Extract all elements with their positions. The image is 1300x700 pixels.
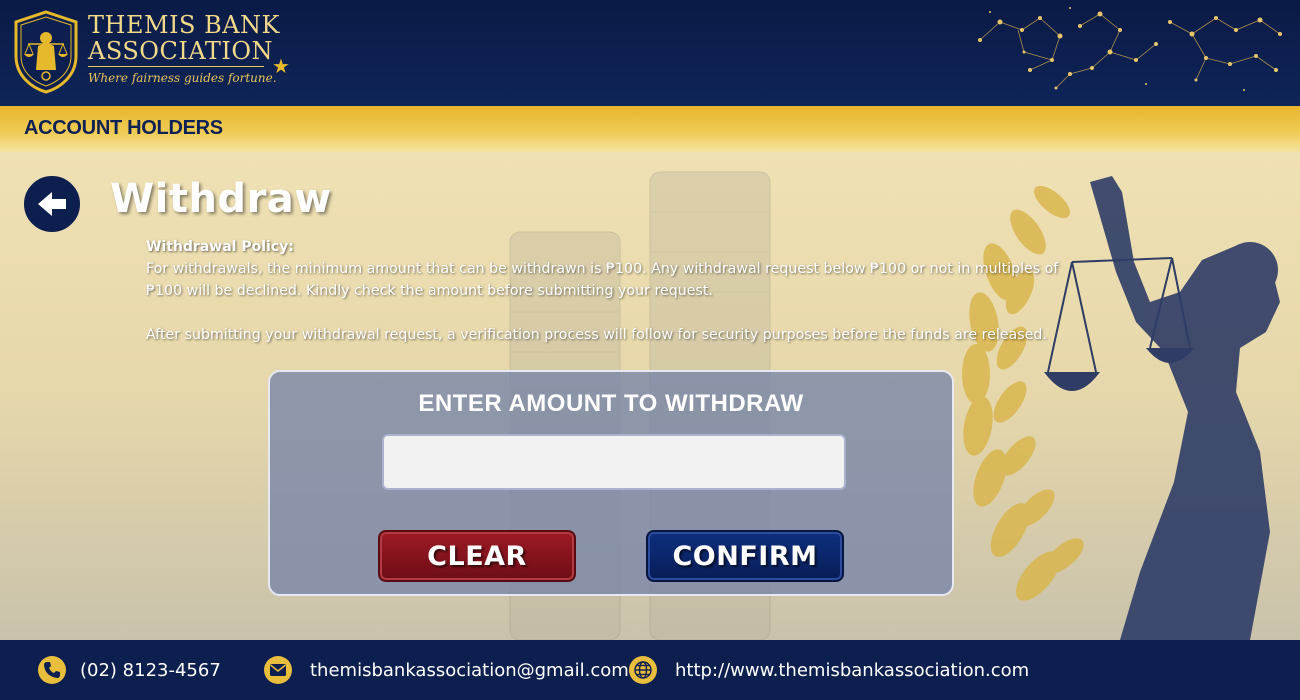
brand-divider — [88, 66, 264, 67]
brand-name-line2: ASSOCIATION — [88, 37, 273, 65]
email-text[interactable]: themisbankassociation@gmail.com — [310, 660, 629, 681]
back-button[interactable] — [24, 176, 80, 232]
mail-icon — [264, 656, 292, 684]
back-arrow-icon — [38, 192, 66, 216]
amount-input[interactable] — [382, 434, 846, 490]
main-content: Withdraw Withdrawal Policy: For withdraw… — [0, 152, 1300, 640]
brand-tagline: Where fairness guides fortune. — [88, 71, 277, 85]
website-text[interactable]: http://www.themisbankassociation.com — [675, 660, 1029, 681]
confirm-button[interactable]: CONFIRM — [646, 530, 844, 582]
section-title: ACCOUNT HOLDERS — [24, 117, 223, 139]
globe-icon — [629, 656, 657, 684]
policy-paragraph-2: After submitting your withdrawal request… — [146, 327, 1047, 343]
clear-button[interactable]: CLEAR — [378, 530, 576, 582]
brand-name-line1: THEMIS BANK — [88, 11, 280, 39]
contact-website: http://www.themisbankassociation.com — [629, 656, 1029, 684]
phone-text: (02) 8123-4567 — [80, 659, 221, 681]
withdraw-panel: ENTER AMOUNT TO WITHDRAW CLEAR CONFIRM — [268, 370, 954, 596]
phone-icon — [38, 656, 66, 684]
header: THEMIS BANK ASSOCIATION Where fairness g… — [0, 0, 1300, 106]
lady-justice-image — [962, 176, 1280, 640]
page-title: Withdraw — [110, 176, 332, 222]
policy-heading: Withdrawal Policy: — [146, 239, 294, 255]
amount-label: ENTER AMOUNT TO WITHDRAW — [418, 390, 804, 417]
justice-logo-icon — [14, 10, 78, 94]
constellation-icon — [978, 7, 1282, 91]
withdrawal-policy: Withdrawal Policy: For withdrawals, the … — [146, 236, 1076, 346]
contact-email: themisbankassociation@gmail.com — [264, 656, 629, 684]
section-bar: ACCOUNT HOLDERS — [0, 106, 1300, 152]
footer: (02) 8123-4567 themisbankassociation@gma… — [0, 640, 1300, 700]
contact-phone: (02) 8123-4567 — [38, 656, 221, 684]
star-icon: ★ — [272, 54, 290, 78]
brand-block: THEMIS BANK ASSOCIATION Where fairness g… — [88, 12, 280, 85]
policy-paragraph-1: For withdrawals, the minimum amount that… — [146, 261, 1059, 299]
